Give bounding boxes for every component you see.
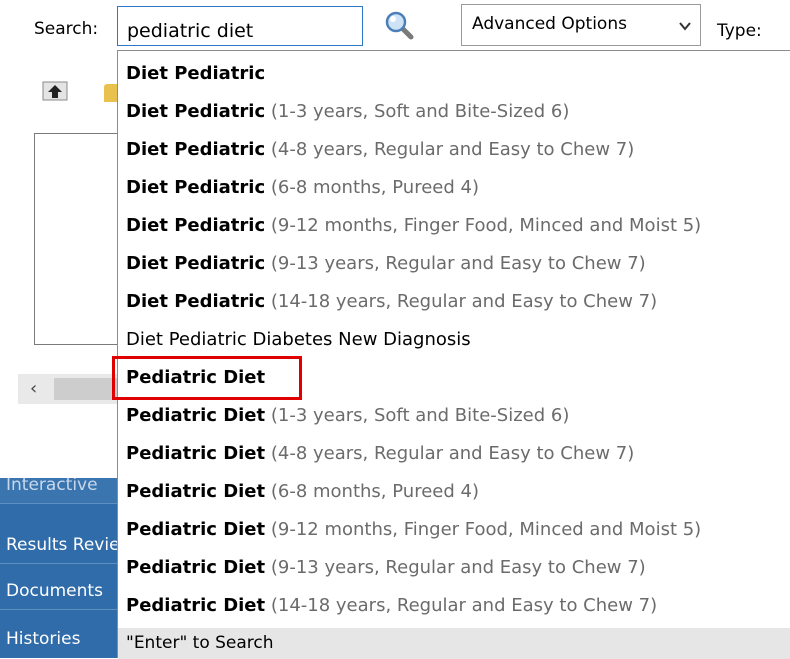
option-name: Diet Pediatric [126, 101, 266, 122]
option-detail: (4-8 years, Regular and Easy to Chew 7) [270, 443, 635, 464]
option-detail: (6-8 months, Pureed 4) [270, 177, 479, 198]
selection-highlight-box [112, 356, 302, 400]
option-detail: (6-8 months, Pureed 4) [270, 481, 479, 502]
nav-item-histories[interactable]: Histories [0, 620, 122, 658]
option-detail: (14-18 years, Regular and Easy to Chew 7… [270, 595, 658, 616]
dropdown-option[interactable]: Pediatric Diet (4-8 years, Regular and E… [126, 439, 634, 469]
option-detail: (9-12 months, Finger Food, Minced and Mo… [270, 519, 702, 540]
option-name: Diet Pediatric Diabetes New Diagnosis [126, 329, 471, 350]
advanced-options-select[interactable]: Advanced Options [461, 4, 701, 46]
dropdown-option[interactable]: Pediatric Diet (9-12 months, Finger Food… [126, 515, 701, 545]
search-button[interactable] [382, 8, 418, 44]
option-name: Pediatric Diet [126, 443, 266, 464]
option-name: Pediatric Diet [126, 481, 266, 502]
dropdown-option[interactable]: Pediatric Diet (14-18 years, Regular and… [126, 591, 657, 621]
enter-to-search-hint[interactable]: "Enter" to Search [118, 628, 790, 659]
option-detail: (4-8 years, Regular and Easy to Chew 7) [270, 139, 635, 160]
option-name: Pediatric Diet [126, 519, 266, 540]
nav-item-interactive[interactable]: Interactive [0, 478, 122, 504]
dropdown-option[interactable]: Diet Pediatric Diabetes New Diagnosis [126, 325, 471, 355]
option-name: Diet Pediatric [126, 139, 266, 160]
up-arrow-icon [42, 81, 68, 101]
magnifier-icon [385, 11, 414, 40]
option-detail: (1-3 years, Soft and Bite-Sized 6) [270, 405, 570, 426]
dropdown-option[interactable]: Diet Pediatric (14-18 years, Regular and… [126, 287, 657, 317]
option-detail: (14-18 years, Regular and Easy to Chew 7… [270, 291, 658, 312]
dropdown-option[interactable]: Pediatric Diet (1-3 years, Soft and Bite… [126, 401, 569, 431]
scroll-left-icon[interactable]: ‹ [30, 378, 37, 399]
dropdown-option[interactable]: Pediatric Diet (6-8 months, Pureed 4) [126, 477, 479, 507]
tree-pane [34, 133, 125, 345]
type-label: Type: [717, 21, 762, 41]
option-name: Diet Pediatric [126, 215, 266, 236]
option-name: Pediatric Diet [126, 405, 266, 426]
dropdown-option[interactable]: Diet Pediatric (1-3 years, Soft and Bite… [126, 97, 569, 127]
nav-item-documents[interactable]: Documents [0, 572, 122, 610]
search-label: Search: [34, 19, 99, 39]
folder-icon[interactable] [104, 84, 118, 102]
option-name: Diet Pediatric [126, 291, 266, 312]
dropdown-option[interactable]: Pediatric Diet (9-13 years, Regular and … [126, 553, 646, 583]
nav-item-results-review[interactable]: Results Review [0, 526, 122, 564]
option-name: Diet Pediatric [126, 253, 266, 274]
option-name: Pediatric Diet [126, 557, 266, 578]
dropdown-option[interactable]: Diet Pediatric (9-13 years, Regular and … [126, 249, 646, 279]
dropdown-option[interactable]: Diet Pediatric [126, 59, 265, 89]
dropdown-option[interactable]: Diet Pediatric (9-12 months, Finger Food… [126, 211, 701, 241]
option-detail: (9-12 months, Finger Food, Minced and Mo… [270, 215, 702, 236]
scroll-thumb[interactable] [54, 378, 120, 400]
autocomplete-dropdown: Diet Pediatric Diet Pediatric (1-3 years… [117, 50, 790, 659]
search-input[interactable] [117, 6, 363, 46]
option-name: Diet Pediatric [126, 63, 266, 84]
horizontal-scrollbar[interactable]: ‹ [18, 374, 120, 404]
dropdown-option[interactable]: Diet Pediatric (6-8 months, Pureed 4) [126, 173, 479, 203]
advanced-options-label: Advanced Options [472, 14, 627, 34]
up-folder-button[interactable] [40, 78, 70, 104]
option-detail: (9-13 years, Regular and Easy to Chew 7) [270, 253, 646, 274]
option-detail: (9-13 years, Regular and Easy to Chew 7) [270, 557, 646, 578]
dropdown-option[interactable]: Diet Pediatric (4-8 years, Regular and E… [126, 135, 634, 165]
chevron-down-icon [679, 22, 691, 31]
option-name: Diet Pediatric [126, 177, 266, 198]
option-detail: (1-3 years, Soft and Bite-Sized 6) [270, 101, 570, 122]
option-name: Pediatric Diet [126, 595, 266, 616]
